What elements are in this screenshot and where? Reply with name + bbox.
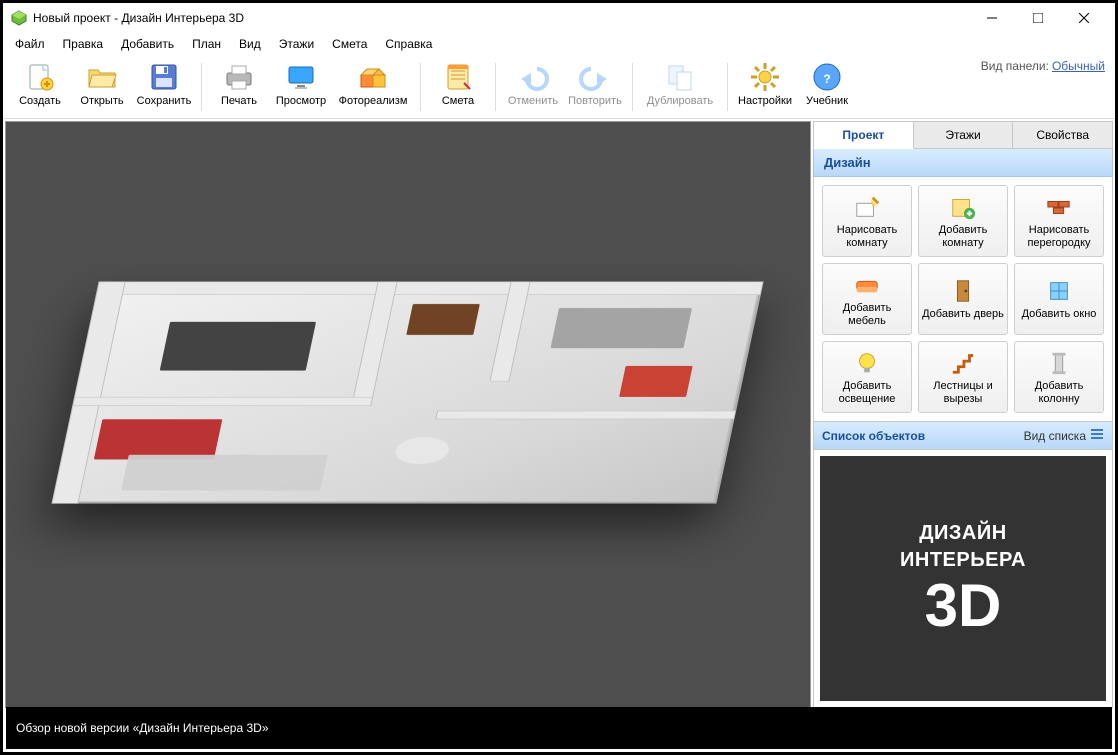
video-caption: Обзор новой версии «Дизайн Интерьера 3D»: [6, 707, 1112, 749]
separator: [495, 63, 496, 111]
add-furniture-button[interactable]: Добавить мебель: [822, 263, 912, 335]
app-icon: [11, 10, 27, 26]
preview-button[interactable]: Просмотр: [270, 57, 332, 117]
object-list-title: Список объектов: [822, 429, 925, 443]
svg-text:?: ?: [823, 72, 830, 86]
window-title: Новый проект - Дизайн Интерьера 3D: [33, 11, 244, 25]
cubes-icon: [357, 61, 389, 93]
window-controls: [969, 3, 1107, 33]
panel-mode-label: Вид панели:: [981, 59, 1049, 73]
add-column-button[interactable]: Добавить колонну: [1014, 341, 1104, 413]
side-panel: Проект Этажи Свойства Дизайн Нарисовать …: [813, 121, 1113, 708]
tab-project[interactable]: Проект: [813, 121, 914, 149]
object-list-view-label: Вид списка: [1024, 429, 1086, 443]
menu-file[interactable]: Файл: [7, 34, 53, 54]
minimize-button[interactable]: [969, 3, 1015, 33]
add-window-button[interactable]: Добавить окно: [1014, 263, 1104, 335]
estimate-button[interactable]: Смета: [427, 57, 489, 117]
stairs-icon: [949, 349, 977, 377]
workspace: Проект Этажи Свойства Дизайн Нарисовать …: [3, 119, 1115, 710]
menu-view[interactable]: Вид: [231, 34, 269, 54]
sofa-icon: [853, 271, 881, 299]
section-design-header: Дизайн: [813, 149, 1113, 177]
viewport-3d[interactable]: [5, 121, 811, 708]
caption-text: Обзор новой версии «Дизайн Интерьера 3D»: [16, 721, 269, 735]
menu-plan[interactable]: План: [184, 34, 229, 54]
floppy-icon: [148, 61, 180, 93]
side-tabs: Проект Этажи Свойства: [813, 121, 1113, 149]
photoreal-button[interactable]: Фотореализм: [332, 57, 414, 117]
undo-button[interactable]: Отменить: [502, 57, 564, 117]
promo-line1: ДИЗАЙН: [919, 522, 1006, 545]
new-file-icon: [24, 61, 56, 93]
create-button[interactable]: Создать: [9, 57, 71, 117]
tab-floors[interactable]: Этажи: [914, 121, 1014, 149]
room-plus-icon: [949, 193, 977, 221]
design-tools-grid: Нарисовать комнату Добавить комнату Нари…: [813, 177, 1113, 422]
gear-icon: [749, 61, 781, 93]
window-icon: [1045, 277, 1073, 305]
titlebar: Новый проект - Дизайн Интерьера 3D: [3, 3, 1115, 33]
pencil-room-icon: [853, 193, 881, 221]
menu-add[interactable]: Добавить: [113, 34, 182, 54]
separator: [632, 63, 633, 111]
bricks-icon: [1045, 193, 1073, 221]
separator: [727, 63, 728, 111]
print-button[interactable]: Печать: [208, 57, 270, 117]
open-button[interactable]: Открыть: [71, 57, 133, 117]
add-room-button[interactable]: Добавить комнату: [918, 185, 1008, 257]
tutorial-button[interactable]: ? Учебник: [796, 57, 858, 117]
redo-button[interactable]: Повторить: [564, 57, 626, 117]
floorplan-render: [30, 145, 786, 683]
draw-room-button[interactable]: Нарисовать комнату: [822, 185, 912, 257]
panel-mode: Вид панели: Обычный: [981, 59, 1105, 73]
menu-help[interactable]: Справка: [377, 34, 440, 54]
settings-button[interactable]: Настройки: [734, 57, 796, 117]
monitor-icon: [285, 61, 317, 93]
add-lighting-button[interactable]: Добавить освещение: [822, 341, 912, 413]
menu-estimate[interactable]: Смета: [324, 34, 375, 54]
save-button[interactable]: Сохранить: [133, 57, 195, 117]
toolbar: Вид панели: Обычный Создать Открыть Сохр…: [3, 55, 1115, 119]
menubar: Файл Правка Добавить План Вид Этажи Смет…: [3, 33, 1115, 55]
promo-banner: ДИЗАЙН ИНТЕРЬЕРА 3D: [820, 456, 1106, 701]
door-icon: [949, 277, 977, 305]
list-view-icon[interactable]: [1090, 427, 1104, 444]
notepad-icon: [442, 61, 474, 93]
help-icon: ?: [811, 61, 843, 93]
promo-line2: ИНТЕРЬЕРА: [900, 549, 1026, 572]
folder-open-icon: [86, 61, 118, 93]
column-icon: [1045, 349, 1073, 377]
menu-edit[interactable]: Правка: [55, 34, 112, 54]
undo-icon: [517, 61, 549, 93]
menu-floors[interactable]: Этажи: [271, 34, 322, 54]
stairs-button[interactable]: Лестницы и вырезы: [918, 341, 1008, 413]
tab-properties[interactable]: Свойства: [1013, 121, 1113, 149]
draw-partition-button[interactable]: Нарисовать перегородку: [1014, 185, 1104, 257]
separator: [420, 63, 421, 111]
close-button[interactable]: [1061, 3, 1107, 33]
maximize-button[interactable]: [1015, 3, 1061, 33]
object-list-header: Список объектов Вид списка: [813, 422, 1113, 450]
duplicate-icon: [664, 61, 696, 93]
panel-mode-link[interactable]: Обычный: [1052, 59, 1105, 73]
separator: [201, 63, 202, 111]
redo-icon: [579, 61, 611, 93]
bulb-icon: [853, 349, 881, 377]
promo-line3: 3D: [925, 576, 1002, 636]
add-door-button[interactable]: Добавить дверь: [918, 263, 1008, 335]
promo-area: ДИЗАЙН ИНТЕРЬЕРА 3D: [813, 450, 1113, 708]
printer-icon: [223, 61, 255, 93]
duplicate-button[interactable]: Дублировать: [639, 57, 721, 117]
